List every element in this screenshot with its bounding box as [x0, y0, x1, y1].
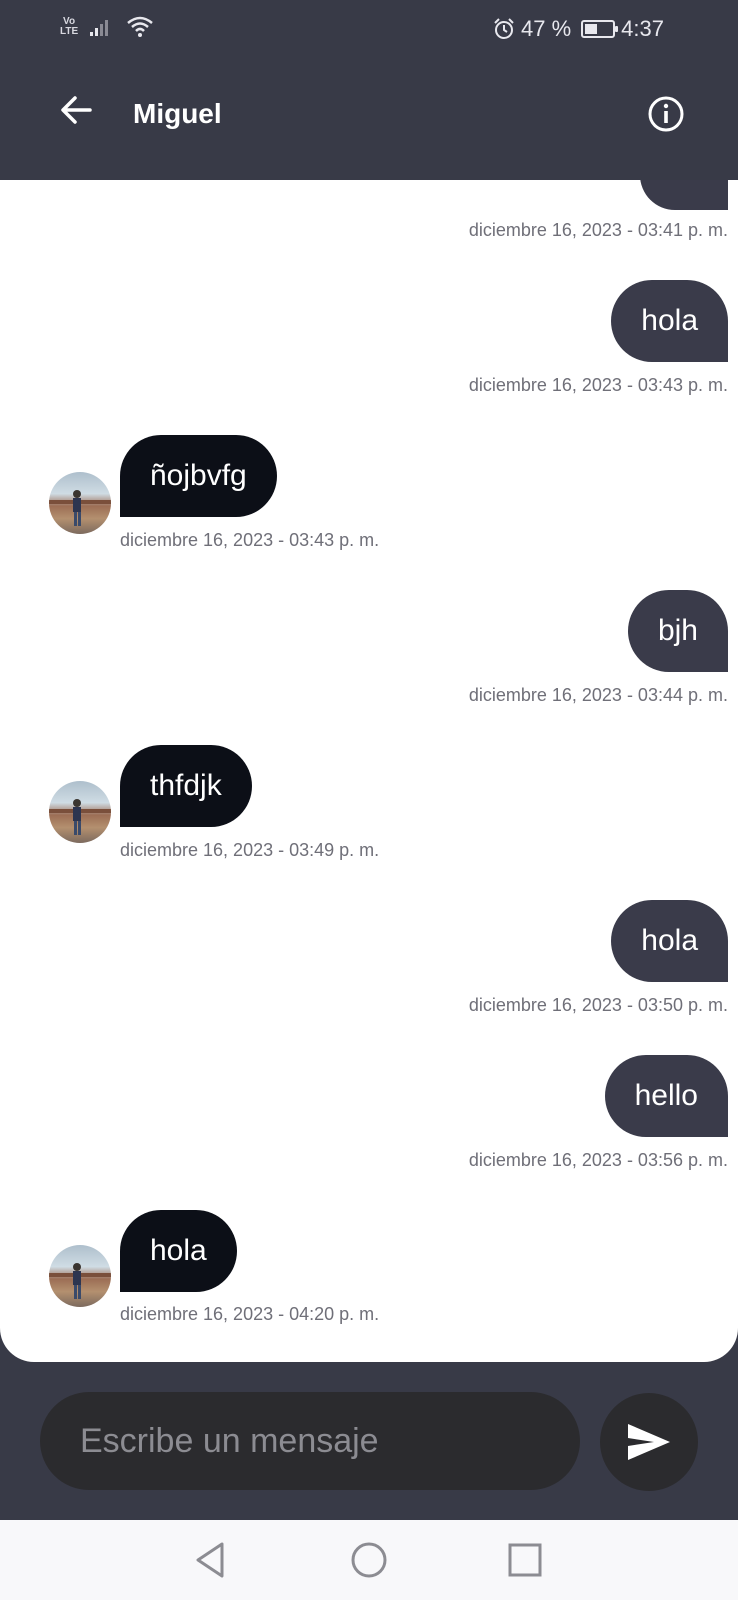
chat-title: Miguel	[133, 98, 222, 129]
nav-home-icon	[351, 1542, 387, 1578]
battery-percent: 47 %	[521, 16, 572, 41]
clock: 4:37	[621, 16, 664, 41]
back-button[interactable]	[56, 88, 100, 132]
info-button[interactable]	[646, 94, 686, 134]
nav-recents-icon	[508, 1543, 542, 1577]
message-list[interactable]: diciembre 16, 2023 - 03:41 p. m. hola di…	[0, 180, 738, 1362]
wifi-icon	[127, 16, 153, 37]
message-timestamp: diciembre 16, 2023 - 03:41 p. m.	[468, 220, 728, 240]
contact-avatar[interactable]	[49, 1245, 111, 1307]
message-input[interactable]	[40, 1392, 580, 1490]
battery-icon	[581, 20, 619, 38]
message-timestamp: diciembre 16, 2023 - 03:43 p. m.	[468, 375, 728, 395]
alarm-icon	[494, 18, 514, 39]
status-bar: Vo LTE 47 % 4:37	[0, 0, 738, 58]
status-left: Vo LTE	[60, 16, 154, 38]
message-timestamp: diciembre 16, 2023 - 03:49 p. m.	[120, 840, 380, 860]
message-bubble-outgoing[interactable]: hello	[604, 1055, 728, 1137]
send-button[interactable]	[600, 1393, 698, 1491]
nav-back-button[interactable]	[190, 1538, 234, 1582]
message-bubble-partial	[640, 180, 728, 210]
info-icon	[648, 96, 684, 132]
message-bubble-outgoing[interactable]: hola	[611, 280, 728, 362]
arrow-left-icon	[61, 96, 92, 124]
person-photo-icon	[49, 490, 111, 526]
message-timestamp: diciembre 16, 2023 - 03:43 p. m.	[120, 530, 380, 550]
app-bar: Miguel	[0, 58, 738, 180]
message-bubble-incoming[interactable]: ñojbvfg	[120, 435, 277, 517]
contact-avatar[interactable]	[49, 781, 111, 843]
message-timestamp: diciembre 16, 2023 - 03:44 p. m.	[468, 685, 728, 705]
message-timestamp: diciembre 16, 2023 - 04:20 p. m.	[120, 1304, 380, 1324]
volte-indicator: Vo LTE	[60, 16, 79, 37]
message-timestamp: diciembre 16, 2023 - 03:50 p. m.	[468, 995, 728, 1015]
status-right: 47 % 4:37	[493, 16, 664, 42]
message-bubble-incoming[interactable]: thfdjk	[120, 745, 252, 827]
nav-back-icon	[196, 1542, 224, 1578]
navigation-bar	[0, 1520, 738, 1600]
nav-home-button[interactable]	[347, 1538, 391, 1582]
person-photo-icon	[49, 799, 111, 835]
message-timestamp: diciembre 16, 2023 - 03:56 p. m.	[468, 1150, 728, 1170]
message-bubble-outgoing[interactable]: bjh	[627, 590, 728, 672]
nav-recents-button[interactable]	[503, 1538, 547, 1582]
person-photo-icon	[49, 1263, 111, 1299]
battery-level	[585, 24, 598, 34]
signal-icon	[90, 20, 109, 36]
contact-avatar[interactable]	[49, 472, 111, 534]
message-bubble-incoming[interactable]: hola	[120, 1210, 237, 1292]
send-icon	[628, 1424, 670, 1460]
message-bubble-outgoing[interactable]: hola	[611, 900, 728, 982]
